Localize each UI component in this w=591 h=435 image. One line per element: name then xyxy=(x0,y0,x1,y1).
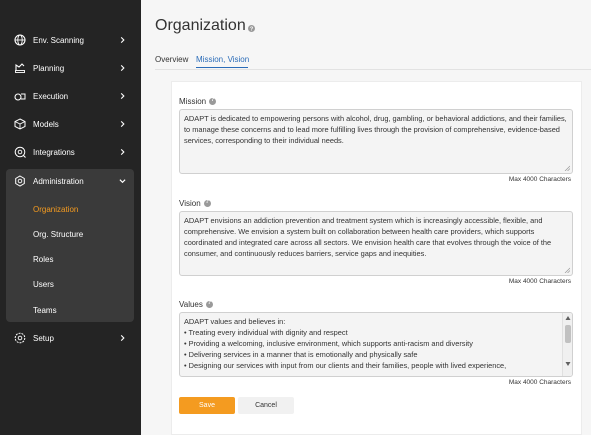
mission-textarea[interactable]: ADAPT is dedicated to empowering persons… xyxy=(179,109,573,174)
values-line: • Treating every individual with dignity… xyxy=(184,328,348,337)
sidebar-item-administration[interactable]: Administration xyxy=(0,170,141,192)
mission-text: ADAPT is dedicated to empowering persons… xyxy=(184,114,567,145)
info-icon[interactable]: ? xyxy=(248,25,255,34)
scroll-thumb[interactable] xyxy=(565,325,571,343)
sidebar-item-label: Models xyxy=(33,119,59,129)
sidebar-sub-item-org-structure[interactable]: Org. Structure xyxy=(33,230,83,239)
globe-icon xyxy=(14,34,26,46)
vision-label-row: Vision xyxy=(179,199,211,208)
tab-overview[interactable]: Overview xyxy=(155,55,188,64)
mission-label: Mission xyxy=(179,97,207,106)
sidebar-sub-item-teams[interactable]: Teams xyxy=(33,306,57,315)
sidebar-item-models[interactable]: Models xyxy=(0,113,141,135)
values-max-characters: Max 4000 Characters xyxy=(508,379,571,386)
chevron-right-icon xyxy=(120,92,125,100)
values-line: • Delivering services in a manner that i… xyxy=(184,350,418,359)
scroll-down-icon[interactable] xyxy=(565,361,571,367)
values-line: • Designing our services with input from… xyxy=(184,361,507,370)
scroll-up-icon[interactable] xyxy=(565,315,571,321)
values-line: ADAPT values and believes in: xyxy=(184,317,286,326)
page-title: Organization xyxy=(155,17,246,34)
values-label-row: Values xyxy=(179,300,213,309)
sidebar-sub-item-users[interactable]: Users xyxy=(33,280,54,289)
mission-label-row: Mission xyxy=(179,97,217,106)
chevron-right-icon xyxy=(120,36,125,44)
sidebar: Env. Scanning Planning Execution Models … xyxy=(0,0,141,435)
execution-icon xyxy=(14,90,26,102)
chevron-right-icon xyxy=(120,334,125,342)
sidebar-item-setup[interactable]: Setup xyxy=(0,327,141,349)
tab-divider xyxy=(155,69,591,70)
chevron-down-icon xyxy=(119,179,126,184)
values-line: • Providing a welcoming, inclusive envir… xyxy=(184,339,473,348)
vision-max-characters: Max 4000 Characters xyxy=(508,278,571,285)
mission-vision-form: Mission ADAPT is dedicated to empowering… xyxy=(171,81,582,435)
vision-label: Vision xyxy=(179,199,201,208)
main-content: Organization ? Overview Mission, Vision … xyxy=(141,0,591,435)
active-tab-indicator xyxy=(196,67,248,68)
tab-mission-vision[interactable]: Mission, Vision xyxy=(196,55,249,64)
help-icon[interactable] xyxy=(203,199,211,207)
chevron-right-icon xyxy=(120,64,125,72)
save-button[interactable]: Save xyxy=(179,397,235,414)
sidebar-sub-item-organization[interactable]: Organization xyxy=(33,205,78,214)
sidebar-item-label: Planning xyxy=(33,63,65,73)
admin-gear-icon xyxy=(14,175,26,187)
sidebar-item-label: Execution xyxy=(33,91,69,101)
help-icon[interactable] xyxy=(205,300,213,308)
resize-handle-icon[interactable] xyxy=(564,165,570,171)
chevron-right-icon xyxy=(120,120,125,128)
sidebar-item-label: Integrations xyxy=(33,147,75,157)
values-scrollbar[interactable] xyxy=(562,313,572,376)
vision-textarea[interactable]: ADAPT envisions an addiction prevention … xyxy=(179,211,573,276)
sidebar-item-integrations[interactable]: Integrations xyxy=(0,141,141,163)
sidebar-item-label: Env. Scanning xyxy=(33,35,84,45)
setup-gear-icon xyxy=(14,332,26,344)
sidebar-item-planning[interactable]: Planning xyxy=(0,57,141,79)
sidebar-item-label: Administration xyxy=(33,176,84,186)
models-icon xyxy=(14,118,26,130)
vision-text: ADAPT envisions an addiction prevention … xyxy=(184,216,552,258)
cancel-button[interactable]: Cancel xyxy=(238,397,294,414)
sidebar-item-label: Setup xyxy=(33,333,54,343)
planning-icon xyxy=(14,62,26,74)
sidebar-item-env-scanning[interactable]: Env. Scanning xyxy=(0,29,141,51)
mission-max-characters: Max 4000 Characters xyxy=(508,176,571,183)
chevron-right-icon xyxy=(120,148,125,156)
sidebar-sub-item-roles[interactable]: Roles xyxy=(33,255,53,264)
values-textarea[interactable]: ADAPT values and believes in: • Treating… xyxy=(179,312,573,377)
help-icon[interactable] xyxy=(209,97,217,105)
values-label: Values xyxy=(179,300,203,309)
resize-handle-icon[interactable] xyxy=(564,267,570,273)
sidebar-item-execution[interactable]: Execution xyxy=(0,85,141,107)
integrations-icon xyxy=(14,146,26,158)
